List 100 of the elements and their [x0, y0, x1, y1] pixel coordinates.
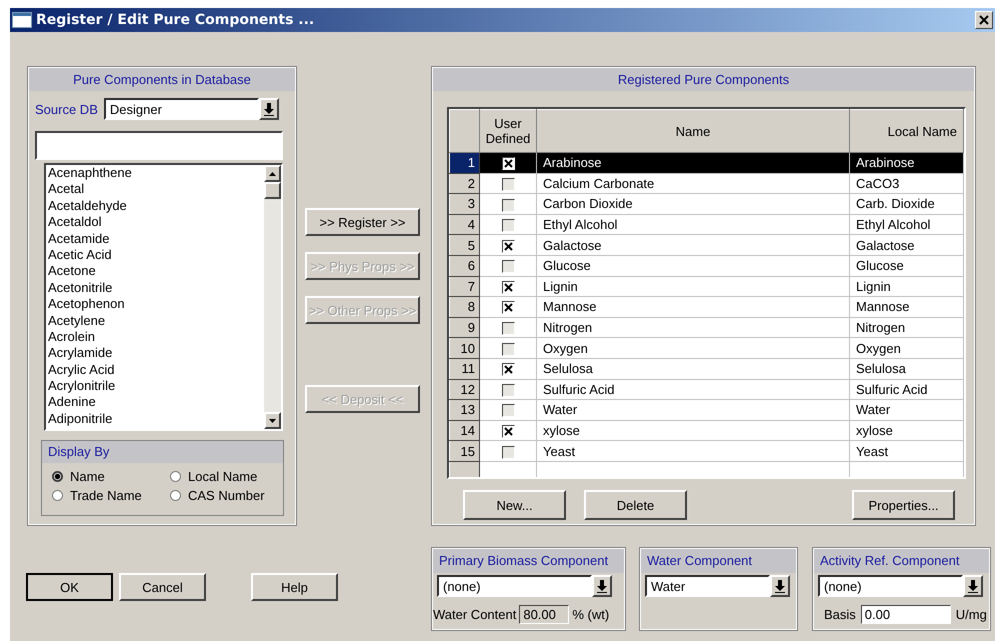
list-item[interactable]: Acetamide — [48, 230, 264, 247]
row-header[interactable]: 12 — [450, 379, 480, 400]
table-cell: Nitrogen — [536, 317, 850, 338]
row-header[interactable]: 7 — [450, 276, 480, 297]
cross-icon — [504, 303, 512, 312]
checkbox[interactable] — [502, 178, 514, 191]
list-item[interactable]: Acrylonitrile — [48, 378, 264, 394]
checkbox[interactable] — [502, 384, 514, 397]
column-header[interactable]: Name — [536, 110, 850, 152]
cross-icon — [504, 427, 512, 436]
table-action-button[interactable]: Properties... — [852, 490, 955, 520]
list-item[interactable]: Acetaldehyde — [48, 198, 264, 214]
component-list[interactable]: Acenaphthene Acetal Acetaldehyde Acetaldol Acetamide Acetic Acid Acetone Acetonitrile Acetophenon Acetylene Acrolein Acrylamide Acrylic Acid Acrylonitrile Adenine Adiponitrile — [44, 163, 283, 431]
table-cell: Arabinose — [850, 152, 964, 174]
cross-icon — [504, 282, 512, 292]
down-arrow-icon — [968, 580, 978, 592]
close-button[interactable] — [975, 11, 993, 29]
list-item[interactable]: Acetic Acid — [48, 246, 264, 264]
table-cell: Water — [536, 400, 850, 420]
row-header[interactable]: 5 — [450, 234, 480, 256]
checkbox[interactable] — [502, 301, 514, 314]
list-item[interactable]: Acetylene — [48, 312, 264, 329]
down-arrow-icon — [775, 580, 785, 592]
list-item[interactable]: Acetone — [48, 263, 264, 280]
list-item[interactable]: Acrylic Acid — [48, 362, 264, 378]
list-item[interactable]: Adenine — [48, 394, 264, 411]
table-cell: Oxygen — [536, 338, 850, 358]
checkbox[interactable] — [502, 404, 514, 418]
dialog-button[interactable]: Help — [251, 573, 338, 601]
dialog-button[interactable]: OK — [26, 573, 113, 601]
row-header[interactable]: 14 — [450, 420, 480, 441]
dialog-button[interactable]: Cancel — [119, 573, 206, 601]
table-action-button[interactable]: New... — [463, 490, 566, 520]
column-header[interactable]: Local Name — [850, 110, 964, 152]
list-item[interactable]: Adiponitrile — [48, 410, 264, 428]
list-item[interactable]: Acetal — [48, 181, 264, 198]
basis-field[interactable]: 0.00 — [860, 605, 951, 624]
row-header[interactable]: 10 — [450, 338, 480, 358]
list-item[interactable]: Acenaphthene — [48, 165, 264, 182]
checkbox[interactable] — [502, 240, 514, 253]
scrollbar[interactable] — [264, 165, 281, 429]
checkbox[interactable] — [502, 260, 514, 274]
cross-icon — [504, 159, 512, 168]
table-cell: Calcium Carbonate — [536, 173, 850, 194]
dropdown-field[interactable]: Designer — [104, 98, 259, 120]
checkbox[interactable] — [502, 446, 514, 459]
list-item[interactable]: Acetaldol — [48, 214, 264, 231]
row-header[interactable]: 6 — [450, 255, 480, 276]
table-action-button[interactable]: Delete — [584, 490, 687, 520]
row-header[interactable]: 8 — [450, 296, 480, 318]
row-header[interactable]: 15 — [450, 440, 480, 462]
dropdown-field[interactable]: Water — [645, 575, 770, 597]
list-item[interactable]: Acetonitrile — [48, 280, 264, 296]
column-header[interactable]: User Defined — [480, 110, 536, 152]
checkbox[interactable] — [502, 363, 514, 376]
checkbox[interactable] — [502, 425, 514, 438]
dropdown-button[interactable] — [258, 98, 279, 120]
row-header[interactable]: 1 — [450, 152, 480, 174]
scrollbar-thumb[interactable] — [264, 182, 281, 199]
cross-icon — [504, 242, 512, 251]
checkbox[interactable] — [502, 342, 514, 356]
checkbox[interactable] — [502, 198, 514, 212]
checkbox[interactable] — [502, 280, 514, 294]
row-header[interactable]: 13 — [450, 400, 480, 420]
checkbox[interactable] — [502, 322, 514, 336]
dropdown-button[interactable] — [770, 575, 790, 597]
search-field[interactable] — [35, 131, 283, 160]
table-cell: Lignin — [536, 276, 850, 297]
row-header[interactable]: 2 — [450, 173, 480, 194]
radio-button[interactable]: Local Name — [170, 469, 280, 484]
scroll-up-button[interactable] — [264, 165, 281, 182]
row-header[interactable]: 11 — [450, 358, 480, 380]
table-cell: Oxygen — [850, 338, 964, 358]
table-cell: Mannose — [850, 296, 964, 318]
row-header[interactable]: 4 — [450, 214, 480, 235]
dropdown-button[interactable] — [963, 575, 983, 597]
list-item[interactable]: Acrolein — [48, 328, 264, 346]
row-header[interactable]: 9 — [450, 317, 480, 338]
dropdown-button[interactable] — [592, 575, 612, 597]
dropdown-field[interactable]: (none) — [437, 575, 592, 597]
radio-label: Local Name — [188, 469, 258, 484]
group-title: Activity Ref. Component — [814, 549, 989, 573]
unit-label: % (wt) — [572, 607, 610, 622]
table-cell: Yeast — [536, 440, 850, 462]
dropdown-field[interactable]: (none) — [818, 575, 963, 597]
table-cell: xylose — [536, 420, 850, 441]
table-cell: Water — [850, 400, 964, 420]
radio-label: CAS Number — [188, 488, 265, 503]
checkbox[interactable] — [502, 219, 514, 232]
radio-button[interactable]: Name — [52, 469, 170, 484]
list-item[interactable]: Acrylamide — [48, 345, 264, 362]
transfer-button[interactable]: >> Register >> — [305, 208, 420, 236]
radio-button[interactable]: CAS Number — [170, 488, 280, 503]
checkbox[interactable] — [502, 157, 514, 170]
radio-button[interactable]: Trade Name — [52, 488, 170, 503]
scroll-down-button[interactable] — [264, 412, 281, 429]
row-header[interactable]: 3 — [450, 194, 480, 214]
list-item[interactable]: Acetophenon — [48, 296, 264, 313]
down-arrow-icon — [264, 102, 274, 116]
water-content-field[interactable]: 80.00 — [519, 605, 570, 624]
